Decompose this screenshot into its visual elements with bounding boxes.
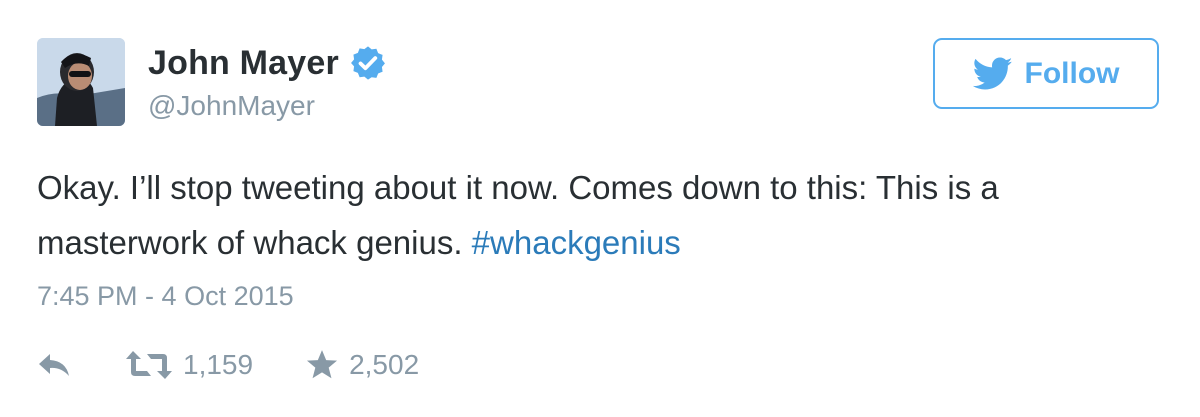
tweet-actions: 1,159 2,502 — [37, 345, 419, 385]
retweet-icon — [126, 351, 172, 379]
retweet-button[interactable]: 1,159 — [125, 349, 253, 381]
user-handle[interactable]: @JohnMayer — [148, 90, 315, 122]
retweet-count: 1,159 — [183, 349, 254, 380]
display-name[interactable]: John Mayer — [148, 44, 339, 83]
hashtag-link[interactable]: #whackgenius — [472, 224, 681, 261]
favorite-count: 2,502 — [349, 349, 420, 380]
follow-button-label: Follow — [1024, 56, 1120, 90]
verified-badge-icon — [351, 46, 385, 80]
star-icon — [307, 350, 338, 379]
tweet-card: John Mayer @JohnMayer Follow Okay. I’ll … — [0, 0, 1200, 417]
reply-icon — [39, 354, 69, 376]
avatar-image — [37, 38, 125, 126]
twitter-bird-icon — [972, 56, 1012, 89]
follow-button[interactable]: Follow — [933, 38, 1159, 109]
name-row: John Mayer — [148, 38, 387, 88]
avatar[interactable] — [37, 38, 125, 126]
tweet-timestamp[interactable]: 7:45 PM - 4 Oct 2015 — [37, 281, 294, 312]
favorite-button[interactable]: 2,502 — [305, 349, 419, 381]
reply-button[interactable] — [37, 352, 71, 378]
tweet-text: Okay. I’ll stop tweeting about it now. C… — [37, 160, 1167, 270]
